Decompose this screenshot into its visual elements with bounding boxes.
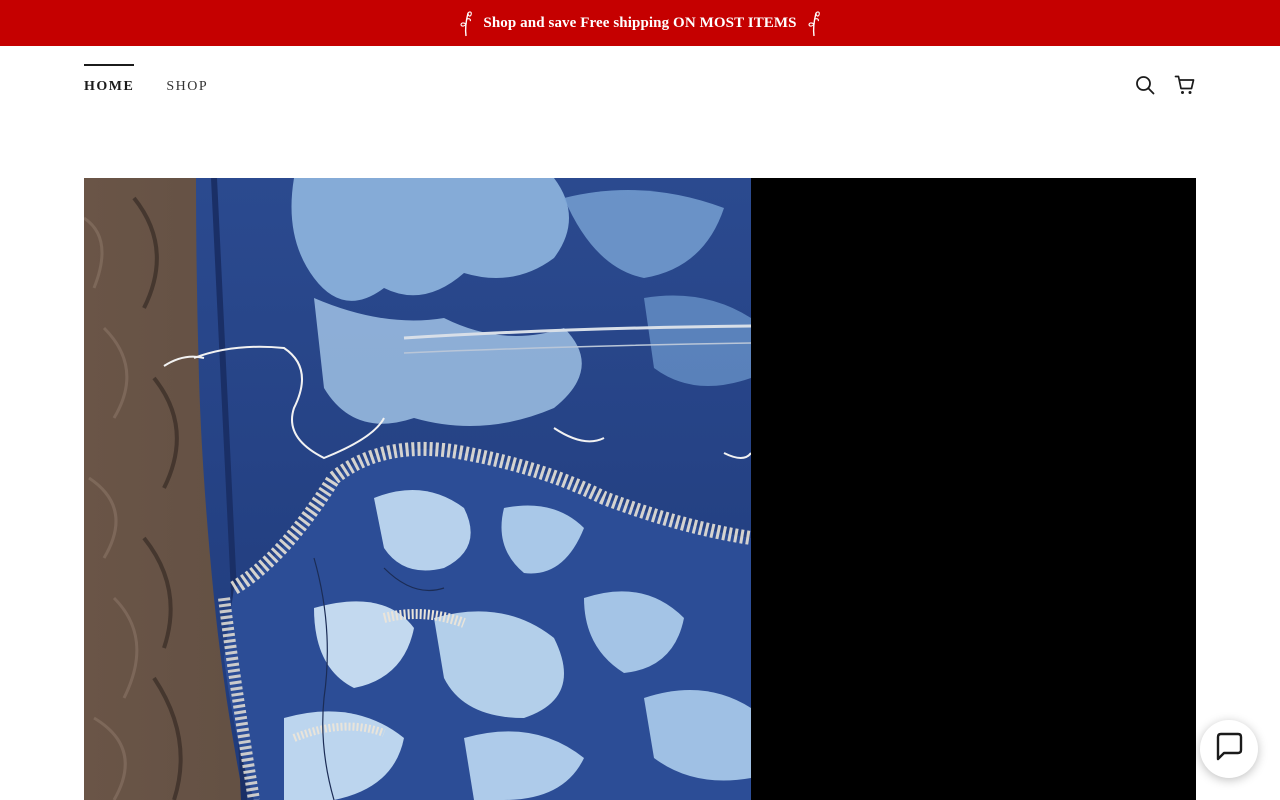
flower-sprig-icon — [457, 9, 475, 37]
hero-image[interactable] — [84, 178, 751, 800]
hero-section — [84, 178, 1196, 800]
nav-home[interactable]: HOME — [84, 64, 135, 95]
nav-shop[interactable]: SHOP — [166, 64, 208, 95]
promo-banner: Shop and save Free shipping ON MOST ITEM… — [0, 0, 1280, 46]
main-nav: HOME SHOP — [84, 64, 208, 95]
chat-bubble-icon — [1213, 731, 1245, 768]
chat-button[interactable] — [1200, 720, 1258, 778]
promo-text: Shop and save Free shipping ON MOST ITEM… — [483, 14, 797, 31]
search-icon[interactable] — [1134, 74, 1156, 96]
header-actions — [1134, 74, 1196, 96]
cart-icon[interactable] — [1174, 74, 1196, 96]
flower-sprig-icon — [805, 9, 823, 37]
